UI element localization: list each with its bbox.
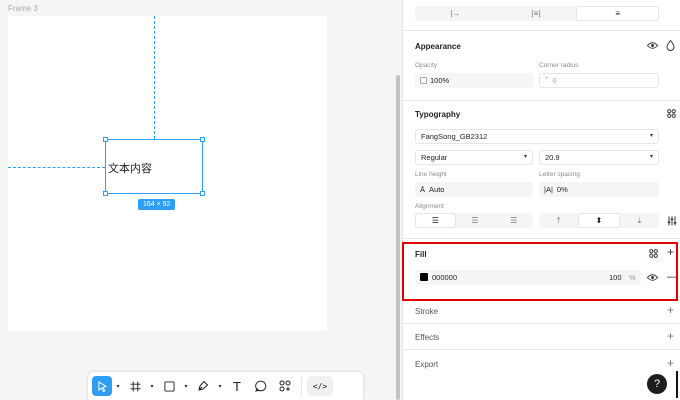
text-icon: T (233, 378, 241, 394)
resize-handle-top-right[interactable] (200, 137, 205, 142)
help-button[interactable]: ? (647, 374, 667, 394)
canvas-scrollbar[interactable] (396, 75, 400, 400)
letter-spacing-icon: |A| (544, 185, 553, 194)
properties-panel: |→ |≡| ≡ Appearance Opacity 100% Corner … (402, 0, 680, 400)
align-middle-icon: ⬍ (595, 216, 603, 225)
corner-radius-label: Corner radius (539, 62, 579, 69)
align-left-icon: ☰ (431, 216, 439, 225)
type-settings-icon[interactable] (667, 216, 677, 228)
code-icon: </> (312, 381, 328, 391)
align-top-icon: ⤒ (556, 215, 561, 225)
comment-tool-button[interactable] (250, 376, 272, 396)
text-styles-icon[interactable] (667, 109, 676, 120)
font-family-select[interactable]: FangSong_GB2312 ▾ (415, 129, 659, 144)
text-tool-button[interactable]: T (226, 376, 248, 396)
align-bottom-icon: ⤓ (637, 215, 642, 225)
appearance-section: Appearance Opacity 100% Corner radius ⌜ 0 (403, 31, 680, 101)
horizontal-guide (8, 167, 105, 168)
stroke-title: Stroke (415, 307, 439, 316)
line-height-icon: Ā (420, 185, 426, 194)
toolbar-divider (301, 377, 302, 395)
opacity-value: 100% (430, 76, 450, 85)
vertical-guide (154, 16, 155, 139)
add-stroke-icon[interactable]: + (667, 304, 674, 316)
chevron-down-icon[interactable]: ▾ (148, 383, 156, 390)
opacity-icon (420, 77, 427, 84)
resize-handle-bottom-left[interactable] (103, 191, 108, 196)
align-center-icon: ☰ (471, 216, 479, 225)
export-section[interactable]: Export + (403, 350, 680, 378)
chevron-down-icon[interactable]: ▾ (114, 383, 122, 390)
chevron-down-icon: ▾ (649, 133, 653, 139)
align-middle-button[interactable]: ⬍ (578, 213, 620, 228)
pen-icon (198, 380, 209, 391)
export-title: Export (415, 360, 439, 369)
move-tool-button[interactable] (92, 376, 112, 396)
top-section (403, 0, 680, 31)
font-weight-value: Regular (421, 153, 448, 162)
add-export-icon[interactable]: + (667, 357, 674, 369)
stroke-section[interactable]: Stroke + (403, 301, 680, 324)
font-size-value: 20.9 (545, 153, 560, 162)
appearance-title: Appearance (415, 42, 461, 51)
selected-text-layer[interactable]: 文本内容 (103, 137, 205, 196)
eye-icon[interactable] (646, 41, 659, 52)
corner-radius-field[interactable]: ⌜ 0 (539, 73, 659, 88)
canvas[interactable]: Frame 3 文本内容 164 × 92 ▾ ▾ ▾ ▾ T </> (0, 0, 402, 400)
comment-icon (255, 380, 267, 392)
frame-label[interactable]: Frame 3 (8, 4, 38, 13)
chevron-down-icon[interactable]: ▾ (216, 383, 224, 390)
size-badge: 164 × 92 (138, 199, 176, 210)
opacity-field[interactable]: 100% (415, 73, 533, 88)
corner-radius-icon: ⌜ (545, 76, 549, 85)
frame-tool-button[interactable] (124, 376, 146, 396)
resize-handle-bottom-right[interactable] (200, 191, 205, 196)
pen-tool-button[interactable] (192, 376, 214, 396)
corner-radius-value: 0 (552, 76, 557, 85)
font-size-select[interactable]: 20.9 ▾ (539, 150, 659, 165)
align-right-icon: ☰ (510, 216, 518, 225)
fill-section-highlight (402, 242, 678, 301)
text-layer-content[interactable]: 文本内容 (108, 160, 152, 176)
letter-spacing-field[interactable]: |A| 0% (539, 182, 659, 197)
bottom-toolbar: ▾ ▾ ▾ ▾ T </> (88, 372, 363, 400)
effects-title: Effects (415, 333, 440, 342)
font-weight-select[interactable]: Regular ▾ (415, 150, 533, 165)
components-icon (279, 380, 291, 392)
rectangle-icon (163, 380, 175, 392)
chevron-down-icon: ▾ (649, 154, 653, 160)
font-family-value: FangSong_GB2312 (421, 132, 488, 141)
frame-icon (129, 380, 141, 392)
assets-tool-button[interactable] (274, 376, 296, 396)
cursor-icon (97, 380, 107, 392)
chevron-down-icon: ▾ (523, 154, 527, 160)
letter-spacing-value: 0% (556, 185, 568, 194)
align-bottom-button[interactable]: ⤓ (620, 213, 659, 228)
align-center-button[interactable]: ☰ (456, 213, 495, 228)
align-left-button[interactable]: ☰ (415, 213, 456, 228)
alignment-label: Alignment (415, 203, 444, 210)
typography-section: Typography FangSong_GB2312 ▾ Regular ▾ 2… (403, 101, 680, 239)
line-height-value: Auto (429, 185, 445, 194)
edge-bar (676, 371, 678, 398)
typography-title: Typography (415, 110, 461, 119)
dev-mode-toggle[interactable]: </> (307, 376, 333, 396)
chevron-down-icon[interactable]: ▾ (182, 383, 190, 390)
line-height-label: Line height (415, 171, 447, 178)
align-top-button[interactable]: ⤒ (539, 213, 578, 228)
vertical-alignment-control: ⤒ ⬍ ⤓ (539, 213, 659, 228)
horizontal-alignment-control: ☰ ☰ ☰ (415, 213, 533, 228)
effects-section[interactable]: Effects + (403, 324, 680, 350)
shape-tool-button[interactable] (158, 376, 180, 396)
line-height-field[interactable]: Ā Auto (415, 182, 533, 197)
letter-spacing-label: Letter spacing (539, 171, 580, 178)
blend-mode-icon[interactable] (666, 39, 675, 53)
align-right-button[interactable]: ☰ (494, 213, 533, 228)
opacity-label: Opacity (415, 62, 438, 69)
resize-handle-top-left[interactable] (103, 137, 108, 142)
add-effect-icon[interactable]: + (667, 330, 674, 342)
